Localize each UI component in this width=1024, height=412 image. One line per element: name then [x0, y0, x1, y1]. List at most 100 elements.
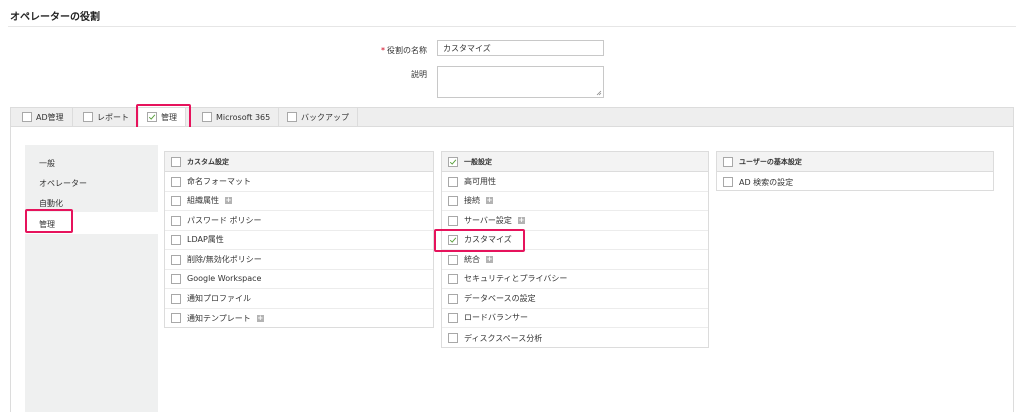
- description-label: 説明: [411, 70, 427, 79]
- general-settings-header[interactable]: 一般設定: [442, 152, 708, 172]
- user-preferences-panel: ユーザーの基本設定 AD 検索の設定: [716, 151, 994, 191]
- module-tab-bar: AD管理 レポート 管理 Microsoft 365 バックアップ: [10, 107, 1014, 127]
- item-label: ロードバランサー: [464, 313, 528, 322]
- item-label: パスワード ポリシー: [187, 216, 262, 225]
- custom-item-password-policy[interactable]: パスワード ポリシー: [165, 211, 433, 231]
- general-item-load-balancer[interactable]: ロードバランサー: [442, 308, 708, 328]
- tab-microsoft-365[interactable]: Microsoft 365: [194, 108, 280, 126]
- settings-sidebar: 一般 オペレーター 自動化 管理: [25, 145, 158, 412]
- item-label: 接続: [464, 196, 480, 205]
- item-label: セキュリティとプライバシー: [464, 274, 568, 283]
- expand-plus-icon[interactable]: +: [486, 256, 493, 263]
- nav-item-operators[interactable]: オペレーター: [39, 178, 87, 189]
- user-preferences-checkbox[interactable]: [723, 156, 733, 167]
- check-icon: [148, 114, 156, 120]
- item-label: AD 検索の設定: [739, 177, 794, 187]
- page-title: オペレーターの役割: [10, 12, 100, 23]
- custom-settings-header[interactable]: カスタム設定: [165, 152, 433, 172]
- general-item-server-settings[interactable]: サーバー設定 +: [442, 211, 708, 231]
- tab-management-checkbox[interactable]: [147, 112, 157, 122]
- tab-management[interactable]: 管理: [139, 108, 186, 126]
- role-name-label-text: 役割の名称: [387, 46, 427, 55]
- checkbox[interactable]: [448, 176, 458, 187]
- custom-settings-panel: カスタム設定 命名フォーマット 組織属性 + パスワード ポリシー LDAP属性 …: [164, 151, 434, 328]
- item-label: サーバー設定: [464, 216, 512, 225]
- expand-plus-icon[interactable]: +: [517, 217, 525, 224]
- user-preferences-header[interactable]: ユーザーの基本設定: [717, 152, 993, 172]
- checkbox[interactable]: [723, 177, 733, 187]
- item-label: データベースの設定: [464, 294, 536, 303]
- general-item-database-settings[interactable]: データベースの設定: [442, 289, 708, 309]
- checkbox[interactable]: [448, 273, 458, 284]
- checkbox[interactable]: [448, 195, 458, 206]
- tab-backup[interactable]: バックアップ: [279, 108, 358, 126]
- tab-reports-checkbox[interactable]: [83, 112, 93, 122]
- item-label: 組織属性: [187, 196, 219, 205]
- nav-item-management[interactable]: 管理: [39, 219, 55, 230]
- checkbox[interactable]: [171, 293, 181, 304]
- nav-item-automation[interactable]: 自動化: [39, 198, 63, 209]
- general-settings-checkbox[interactable]: [448, 156, 458, 167]
- item-label: カスタマイズ: [464, 235, 512, 244]
- user-item-ad-search-settings[interactable]: AD 検索の設定: [717, 172, 993, 192]
- item-label: ディスクスペース分析: [464, 333, 543, 343]
- general-item-customize[interactable]: カスタマイズ: [442, 230, 708, 250]
- item-label: 命名フォーマット: [187, 177, 251, 186]
- general-settings-panel: 一般設定 高可用性 接続 + サーバー設定 + カスタマイズ 統合 + セキュリティと…: [441, 151, 709, 348]
- checkbox[interactable]: [171, 234, 181, 245]
- custom-item-notification-profile[interactable]: 通知プロファイル: [165, 289, 433, 309]
- item-label: Google Workspace: [187, 274, 262, 283]
- general-item-security-privacy[interactable]: セキュリティとプライバシー: [442, 269, 708, 289]
- tab-microsoft-365-checkbox[interactable]: [202, 112, 212, 122]
- general-item-integration[interactable]: 統合 +: [442, 250, 708, 270]
- item-label: LDAP属性: [187, 235, 224, 244]
- item-label: 統合: [464, 255, 480, 264]
- check-icon: [449, 236, 457, 243]
- expand-plus-icon[interactable]: +: [256, 314, 264, 322]
- checkbox[interactable]: [171, 195, 181, 206]
- custom-item-naming-format[interactable]: 命名フォーマット: [165, 172, 433, 192]
- general-item-connection[interactable]: 接続 +: [442, 191, 708, 211]
- custom-item-ldap-attributes[interactable]: LDAP属性: [165, 230, 433, 250]
- expand-plus-icon[interactable]: +: [486, 197, 493, 204]
- custom-settings-title: カスタム設定: [187, 157, 229, 166]
- user-preferences-title: ユーザーの基本設定: [739, 157, 802, 166]
- tab-reports-label: レポート: [97, 112, 129, 122]
- tab-management-label: 管理: [161, 112, 177, 122]
- custom-item-google-workspace[interactable]: Google Workspace: [165, 269, 433, 289]
- general-item-high-availability[interactable]: 高可用性: [442, 172, 708, 192]
- checkbox[interactable]: [448, 333, 458, 343]
- nav-item-general[interactable]: 一般: [39, 158, 55, 169]
- checkbox[interactable]: [171, 273, 181, 284]
- tab-reports[interactable]: レポート: [75, 108, 138, 126]
- description-textarea[interactable]: [437, 66, 604, 98]
- checkbox[interactable]: [171, 215, 181, 226]
- checkbox[interactable]: [171, 176, 181, 187]
- checkbox[interactable]: [448, 312, 458, 323]
- custom-settings-checkbox[interactable]: [171, 156, 181, 167]
- general-item-disk-space-analysis[interactable]: ディスクスペース分析: [442, 328, 708, 348]
- tab-backup-label: バックアップ: [301, 112, 349, 122]
- check-icon: [449, 158, 457, 165]
- custom-item-org-attributes[interactable]: 組織属性 +: [165, 191, 433, 211]
- checkbox[interactable]: [448, 293, 458, 304]
- required-mark: *: [381, 46, 385, 55]
- role-name-input[interactable]: [437, 40, 604, 56]
- expand-plus-icon[interactable]: +: [225, 197, 232, 204]
- checkbox[interactable]: [448, 254, 458, 265]
- tab-microsoft-365-label: Microsoft 365: [216, 112, 271, 122]
- title-divider: [8, 26, 1016, 27]
- checkbox[interactable]: [448, 234, 458, 245]
- item-label: 高可用性: [464, 177, 496, 186]
- checkbox[interactable]: [171, 313, 181, 323]
- checkbox[interactable]: [171, 254, 181, 265]
- tab-ad-management-checkbox[interactable]: [22, 112, 32, 122]
- tab-backup-checkbox[interactable]: [287, 112, 297, 122]
- tab-ad-management[interactable]: AD管理: [14, 108, 73, 126]
- custom-item-notification-template[interactable]: 通知テンプレート +: [165, 308, 433, 328]
- checkbox[interactable]: [448, 215, 458, 226]
- custom-item-delete-disable-policy[interactable]: 削除/無効化ポリシー: [165, 250, 433, 270]
- role-name-label: * 役割の名称: [307, 45, 427, 56]
- item-label: 通知テンプレート: [187, 313, 251, 323]
- item-label: 削除/無効化ポリシー: [187, 255, 262, 264]
